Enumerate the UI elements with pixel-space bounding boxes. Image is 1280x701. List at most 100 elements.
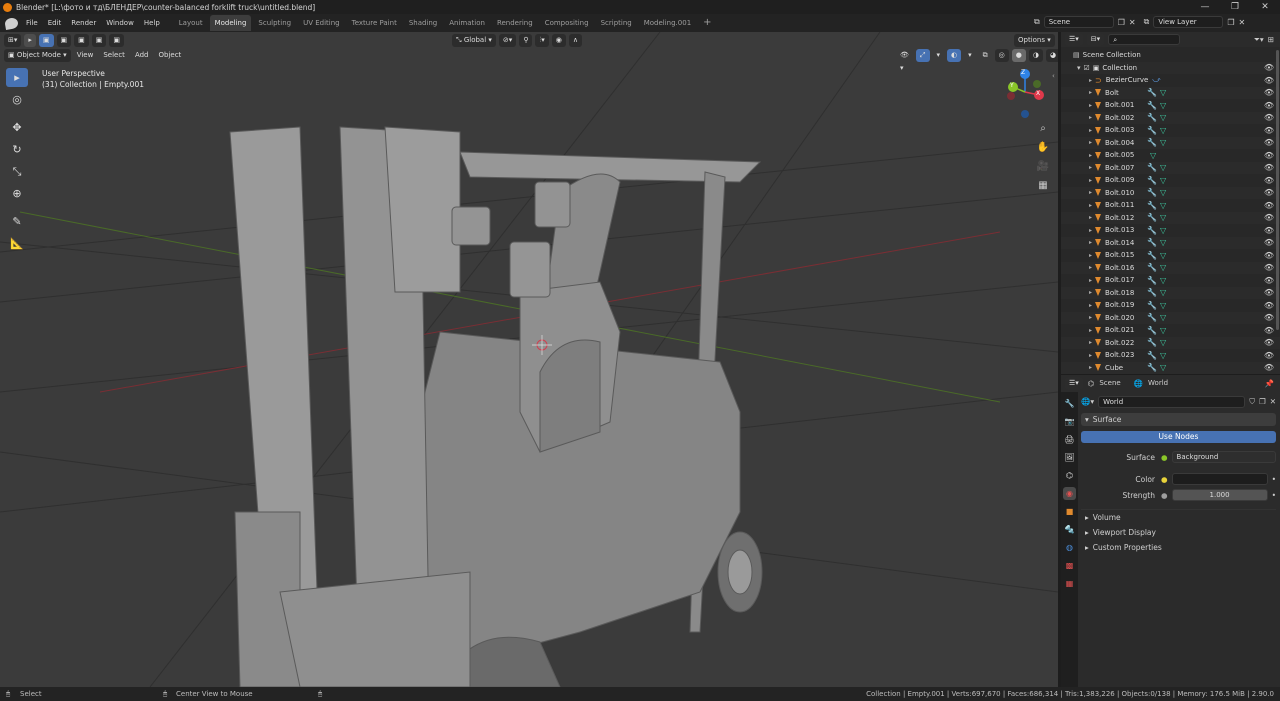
tab-modeling[interactable]: Modeling bbox=[209, 15, 252, 31]
solid-shading-icon[interactable]: ● bbox=[1011, 49, 1026, 62]
collection-row[interactable]: ▾ ☑ ▣ Collection 👁 bbox=[1061, 61, 1280, 74]
expand-arrow-icon[interactable]: ▸ bbox=[1089, 77, 1092, 84]
world-name-field[interactable]: World bbox=[1098, 395, 1246, 408]
eye-icon[interactable]: 👁 bbox=[1264, 163, 1274, 172]
modifier-icon[interactable]: 🔧 bbox=[1147, 176, 1157, 185]
outliner-item[interactable]: ▸ Bolt.022 🔧 ▽ 👁 bbox=[1061, 336, 1280, 349]
modifier-icon[interactable]: 🔧 bbox=[1147, 163, 1157, 172]
outliner-item[interactable]: ▸ Bolt.012 🔧 ▽ 👁 bbox=[1061, 211, 1280, 224]
outliner-item[interactable]: ▸ ⊃ BezierCurve ⤻ 👁 bbox=[1061, 74, 1280, 87]
blender-menu-icon[interactable] bbox=[4, 16, 19, 30]
expand-arrow-icon[interactable]: ▸ bbox=[1089, 177, 1092, 184]
eye-icon[interactable]: 👁 bbox=[1264, 176, 1274, 185]
viewport-display-panel-header[interactable]: ▸ Viewport Display bbox=[1081, 525, 1276, 540]
mesh-data-icon[interactable]: ▽ bbox=[1160, 238, 1166, 247]
pivot-dropdown[interactable]: ⊘▾ bbox=[498, 34, 517, 47]
outliner-item[interactable]: ▸ Bolt.009 🔧 ▽ 👁 bbox=[1061, 174, 1280, 187]
move-tool-icon[interactable]: ✥ bbox=[6, 118, 28, 137]
camera-icon[interactable]: 🎥 bbox=[1035, 158, 1051, 174]
expand-arrow-icon[interactable]: ▸ bbox=[1089, 364, 1092, 371]
custom-properties-panel-header[interactable]: ▸ Custom Properties bbox=[1081, 540, 1276, 555]
eye-icon[interactable]: 👁 bbox=[1264, 251, 1274, 260]
select-mode-subtract-icon[interactable]: ▣ bbox=[74, 34, 89, 47]
expand-arrow-icon[interactable]: ▸ bbox=[1089, 127, 1092, 134]
remove-view-layer-icon[interactable]: ✕ bbox=[1238, 18, 1245, 27]
tab-layout[interactable]: Layout bbox=[174, 15, 208, 31]
world-tab-icon[interactable]: ◉ bbox=[1063, 487, 1076, 500]
modifier-icon[interactable]: 🔧 bbox=[1147, 88, 1157, 97]
checker-tab-icon[interactable]: ▦ bbox=[1063, 577, 1076, 590]
expand-arrow-icon[interactable]: ▸ bbox=[1089, 89, 1092, 96]
outliner-item[interactable]: ▸ Bolt.007 🔧 ▽ 👁 bbox=[1061, 161, 1280, 174]
wireframe-shading-icon[interactable]: ◎ bbox=[994, 49, 1009, 62]
menu-file[interactable]: File bbox=[21, 14, 43, 32]
fake-user-icon[interactable]: ⛉ bbox=[1249, 397, 1255, 407]
expand-arrow-icon[interactable]: ▸ bbox=[1089, 252, 1092, 259]
menu-object[interactable]: Object bbox=[155, 49, 186, 62]
volume-panel-header[interactable]: ▸ Volume bbox=[1081, 510, 1276, 525]
modifier-icon[interactable]: 🔧 bbox=[1147, 263, 1157, 272]
outliner-item[interactable]: ▸ Bolt.016 🔧 ▽ 👁 bbox=[1061, 261, 1280, 274]
eye-icon[interactable]: 👁 bbox=[1264, 288, 1274, 297]
select-mode-invert-icon[interactable]: ▣ bbox=[91, 34, 107, 47]
modifier-icon[interactable]: 🔧 bbox=[1147, 326, 1157, 335]
eye-icon[interactable]: 👁 bbox=[1264, 238, 1274, 247]
menu-window[interactable]: Window bbox=[101, 14, 139, 32]
proportional-falloff-icon[interactable]: ∧ bbox=[568, 34, 582, 47]
eye-icon[interactable]: 👁 bbox=[1264, 201, 1274, 210]
measure-tool-icon[interactable]: 📐 bbox=[6, 234, 28, 253]
mesh-data-icon[interactable]: ▽ bbox=[1150, 151, 1156, 160]
expand-arrow-icon[interactable]: ▸ bbox=[1089, 314, 1092, 321]
zoom-icon[interactable]: ⌕ bbox=[1035, 120, 1051, 136]
eye-icon[interactable]: 👁 bbox=[1264, 101, 1274, 110]
mesh-data-icon[interactable]: ▽ bbox=[1160, 113, 1166, 122]
visibility-dropdown[interactable]: 👁▾ bbox=[896, 49, 913, 72]
gizmo-y-label[interactable]: Y bbox=[1010, 82, 1014, 89]
expand-arrow-icon[interactable]: ▸ bbox=[1089, 277, 1092, 284]
expand-arrow-icon[interactable]: ▸ bbox=[1089, 264, 1092, 271]
new-view-layer-icon[interactable]: ❐ bbox=[1227, 18, 1234, 27]
minimize-button[interactable]: — bbox=[1190, 0, 1220, 14]
tool-tab-icon[interactable]: 🔧 bbox=[1063, 397, 1076, 410]
eye-icon[interactable]: 👁 bbox=[1264, 338, 1274, 347]
transform-tool-icon[interactable]: ⊕ bbox=[6, 184, 28, 203]
expand-arrow-icon[interactable]: ▸ bbox=[1089, 289, 1092, 296]
outliner-item[interactable]: ▸ Bolt.020 🔧 ▽ 👁 bbox=[1061, 311, 1280, 324]
modifier-icon[interactable]: 🔧 bbox=[1147, 188, 1157, 197]
mesh-data-icon[interactable]: ▽ bbox=[1160, 251, 1166, 260]
display-mode-dropdown[interactable]: ⊟▾ bbox=[1086, 33, 1105, 46]
mesh-data-icon[interactable]: ▽ bbox=[1160, 288, 1166, 297]
editor-type-icon[interactable]: ⊞▾ bbox=[4, 34, 22, 47]
expand-arrow-icon[interactable]: ▾ bbox=[1077, 64, 1081, 72]
eye-icon[interactable]: 👁 bbox=[1264, 313, 1274, 322]
3d-viewport[interactable]: ⊞▾ ▸ ▣ ▣ ▣ ▣ ▣ ⤡ Global ▾ ⊘▾ ⚲ ⫶▾ ◉ ∧ Op… bbox=[0, 32, 1058, 687]
add-workspace-icon[interactable]: + bbox=[698, 15, 716, 31]
eye-icon[interactable]: 👁 bbox=[1264, 263, 1274, 272]
unlink-world-icon[interactable]: ✕ bbox=[1270, 397, 1276, 406]
cursor-tool-icon[interactable]: ◎ bbox=[6, 90, 28, 109]
outliner-item[interactable]: ▸ Bolt.018 🔧 ▽ 👁 bbox=[1061, 286, 1280, 299]
object-mode-dropdown[interactable]: ▣ Object Mode ▾ bbox=[4, 49, 71, 62]
expand-arrow-icon[interactable]: ▸ bbox=[1089, 339, 1092, 346]
mesh-data-icon[interactable]: ▽ bbox=[1160, 226, 1166, 235]
modifier-tab-icon[interactable]: 🔩 bbox=[1063, 523, 1076, 536]
expand-arrow-icon[interactable]: ▸ bbox=[1089, 227, 1092, 234]
output-tab-icon[interactable]: 🖨 bbox=[1063, 433, 1076, 446]
scene-collection-row[interactable]: ▤ Scene Collection bbox=[1061, 49, 1280, 62]
render-tab-icon[interactable]: 📷 bbox=[1063, 415, 1076, 428]
expand-arrow-icon[interactable]: ▸ bbox=[1089, 202, 1092, 209]
eye-icon[interactable]: 👁 bbox=[1264, 301, 1274, 310]
eye-icon[interactable]: 👁 bbox=[1264, 351, 1274, 360]
expand-arrow-icon[interactable]: ▸ bbox=[1089, 352, 1092, 359]
modifier-icon[interactable]: 🔧 bbox=[1147, 351, 1157, 360]
outliner-item[interactable]: ▸ Bolt.010 🔧 ▽ 👁 bbox=[1061, 186, 1280, 199]
close-button[interactable]: ✕ bbox=[1250, 0, 1280, 14]
mesh-data-icon[interactable]: ▽ bbox=[1160, 276, 1166, 285]
outliner-item[interactable]: ▸ Bolt.015 🔧 ▽ 👁 bbox=[1061, 249, 1280, 262]
expand-arrow-icon[interactable]: ▸ bbox=[1089, 152, 1092, 159]
outliner-item[interactable]: ▸ Bolt 🔧 ▽ 👁 bbox=[1061, 86, 1280, 99]
color-keyframe-icon[interactable]: • bbox=[1272, 475, 1276, 484]
breadcrumb-world[interactable]: World bbox=[1148, 379, 1168, 387]
outliner-item[interactable]: ▸ Bolt.001 🔧 ▽ 👁 bbox=[1061, 99, 1280, 112]
snap-toggle-icon[interactable]: ⚲ bbox=[519, 34, 533, 47]
